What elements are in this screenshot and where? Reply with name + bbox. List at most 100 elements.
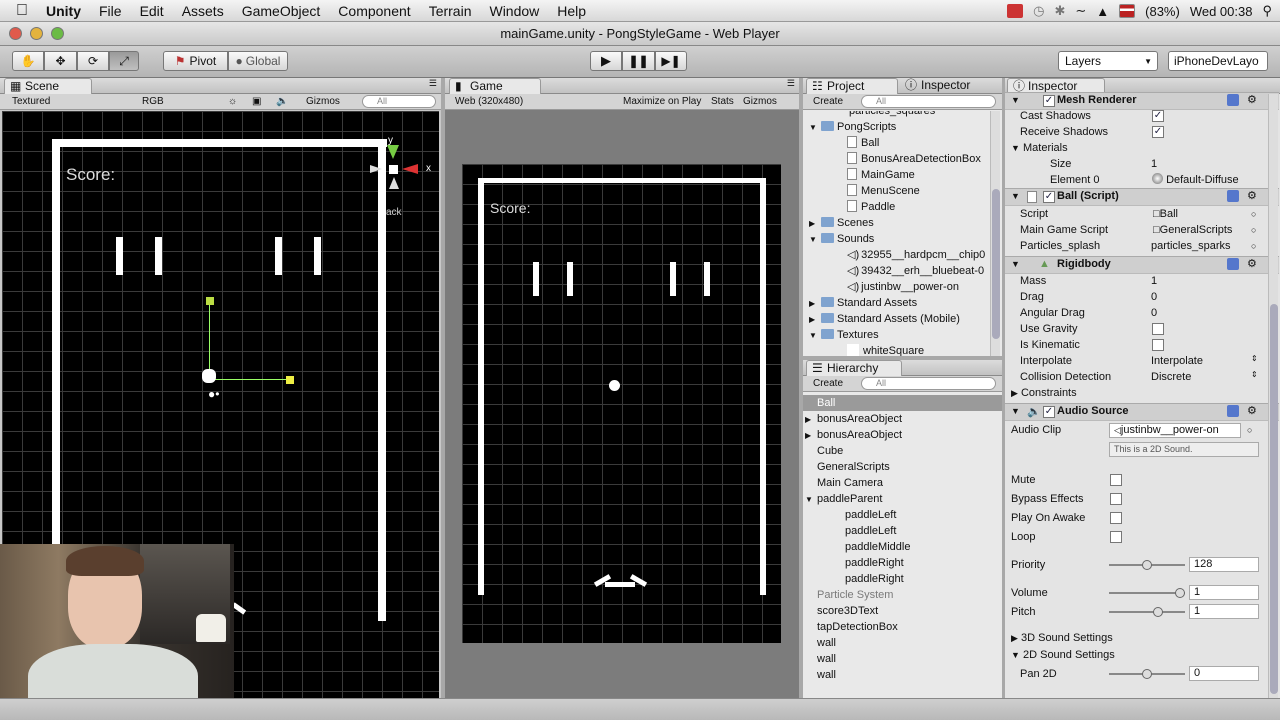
rotate-tool-button[interactable]: ⟳	[77, 51, 109, 71]
receive-shadows-checkbox[interactable]: ✓	[1152, 126, 1164, 138]
scale-tool-button[interactable]: ⤢	[109, 51, 139, 71]
help-book-icon[interactable]	[1227, 258, 1239, 270]
render-mode-dropdown[interactable]: RGB	[138, 95, 208, 109]
project-item[interactable]: ▶ Scenes	[803, 215, 874, 231]
project-item[interactable]: ◁) justinbw__power-on	[803, 279, 959, 295]
bypass-effects-checkbox[interactable]	[1110, 493, 1122, 505]
game-viewport[interactable]: Score:	[462, 164, 781, 643]
rigidbody-header[interactable]: ▼ ▲ Rigidbody ⚙	[1005, 256, 1279, 274]
audio-source-gizmo-icon[interactable]: ●•	[208, 387, 219, 401]
component-gear-icon[interactable]: ⚙	[1247, 93, 1257, 106]
hierarchy-item[interactable]: ▼ paddleParent	[803, 491, 1002, 507]
hierarchy-item[interactable]: Particle System	[803, 587, 1002, 603]
audio-toggle-icon[interactable]: 🔈	[272, 95, 288, 109]
drag-value[interactable]: 0	[1151, 289, 1157, 305]
priority-slider[interactable]	[1109, 557, 1185, 573]
gizmo-x-handle[interactable]	[286, 376, 294, 384]
help-book-icon[interactable]	[1227, 94, 1239, 106]
play-button[interactable]: ▶	[590, 51, 622, 71]
project-item[interactable]: Ball	[803, 135, 879, 151]
materials-label[interactable]: ▼ Materials	[1011, 140, 1068, 156]
global-button[interactable]: ● Global	[228, 51, 288, 71]
tree-arrow-icon[interactable]: ▶	[805, 428, 817, 444]
hierarchy-item[interactable]: wall	[803, 667, 1002, 683]
move-tool-button[interactable]: ✥	[44, 51, 77, 71]
gizmo-y-handle[interactable]	[206, 297, 214, 305]
use-gravity-checkbox[interactable]	[1152, 323, 1164, 335]
component-gear-icon[interactable]: ⚙	[1247, 404, 1257, 417]
project-scroll-thumb[interactable]	[992, 189, 1000, 339]
game-gizmos-dropdown[interactable]: Gizmos	[739, 95, 791, 109]
apple-icon[interactable]: 	[0, 2, 37, 20]
mute-checkbox[interactable]	[1110, 474, 1122, 486]
pan-2d-field[interactable]: 0	[1189, 666, 1259, 681]
3d-sound-settings-foldout[interactable]: ▶ 3D Sound Settings	[1011, 630, 1113, 646]
project-item[interactable]: particles_squares	[803, 111, 935, 119]
hierarchy-item[interactable]: paddleMiddle	[803, 539, 1002, 555]
collision-detection-dropdown[interactable]: Discrete	[1151, 369, 1191, 385]
project-item[interactable]: ◁) 32955__hardpcm__chip0	[803, 247, 985, 263]
project-search-input[interactable]: All	[861, 95, 996, 108]
size-value[interactable]: 1	[1151, 156, 1157, 172]
ball-gizmo-icon[interactable]	[202, 369, 216, 383]
inspector-scrollbar[interactable]	[1268, 94, 1278, 698]
slider-knob[interactable]	[1175, 588, 1185, 598]
hierarchy-item[interactable]: ▶ bonusAreaObject	[803, 427, 1002, 443]
object-picker-icon[interactable]: ○	[1251, 225, 1256, 235]
tab-scene[interactable]: ▦ Scene	[4, 78, 92, 94]
project-scrollbar[interactable]	[990, 111, 1000, 356]
tree-arrow-icon[interactable]: ▶	[805, 412, 817, 428]
play-on-awake-checkbox[interactable]	[1110, 512, 1122, 524]
object-picker-icon[interactable]: ○	[1251, 209, 1256, 219]
lighting-toggle-icon[interactable]: ☼	[224, 95, 237, 109]
zoom-window-icon[interactable]	[51, 27, 64, 40]
tab-project[interactable]: ☷ Project	[806, 78, 898, 94]
angular-drag-value[interactable]: 0	[1151, 305, 1157, 321]
component-gear-icon[interactable]: ⚙	[1247, 257, 1257, 270]
hierarchy-item[interactable]: paddleRight	[803, 555, 1002, 571]
audio-source-header[interactable]: ▼ 🔈 ✓ Audio Source ⚙	[1005, 403, 1279, 421]
project-item[interactable]: Paddle	[803, 199, 895, 215]
scene-search-input[interactable]: All	[362, 95, 436, 108]
project-item[interactable]: MainGame	[803, 167, 915, 183]
main-game-script-value[interactable]: □GeneralScripts	[1153, 222, 1232, 238]
help-book-icon[interactable]	[1227, 190, 1239, 202]
panel-menu-icon[interactable]: ☰	[429, 78, 437, 89]
project-item[interactable]: ▼ Textures	[803, 327, 879, 343]
element0-value[interactable]: Default-Diffuse	[1152, 172, 1239, 188]
hierarchy-item[interactable]: Main Camera	[803, 475, 1002, 491]
project-create-dropdown[interactable]: Create	[809, 95, 857, 109]
flag-icon[interactable]	[1119, 4, 1136, 18]
slider-knob[interactable]	[1142, 669, 1152, 679]
pitch-slider[interactable]	[1109, 604, 1185, 620]
object-picker-icon[interactable]: ○	[1251, 241, 1256, 251]
ball-script-enabled-checkbox[interactable]: ✓	[1043, 191, 1055, 203]
menu-edit[interactable]: Edit	[131, 3, 173, 19]
record-icon[interactable]	[1007, 4, 1024, 18]
component-gear-icon[interactable]: ⚙	[1247, 189, 1257, 202]
loop-checkbox[interactable]	[1110, 531, 1122, 543]
panel-menu-icon[interactable]: ☰	[787, 78, 795, 89]
layers-dropdown[interactable]: Layers ▼	[1058, 51, 1158, 71]
slider-knob[interactable]	[1153, 607, 1164, 617]
image-toggle-icon[interactable]: ▣	[248, 95, 261, 109]
maximize-on-play-toggle[interactable]: Maximize on Play	[619, 95, 705, 109]
project-item[interactable]: MenuScene	[803, 183, 920, 199]
priority-field[interactable]: 128	[1189, 557, 1259, 572]
scene-gizmos-dropdown[interactable]: Gizmos	[302, 95, 354, 109]
pivot-button[interactable]: ⚑ Pivot	[163, 51, 228, 71]
mass-value[interactable]: 1	[1151, 273, 1157, 289]
hierarchy-item[interactable]: Cube	[803, 443, 1002, 459]
tree-arrow-icon[interactable]: ▶	[809, 312, 821, 328]
menu-window[interactable]: Window	[480, 3, 548, 19]
project-item[interactable]: ◁) 39432__erh__bluebeat-0	[803, 263, 984, 279]
hierarchy-item[interactable]: wall	[803, 651, 1002, 667]
hierarchy-item[interactable]: paddleLeft	[803, 523, 1002, 539]
project-item[interactable]: ▶ Standard Assets	[803, 295, 917, 311]
volume-slider[interactable]	[1109, 585, 1185, 601]
tree-arrow-icon[interactable]: ▶	[809, 296, 821, 312]
mesh-renderer-enabled-checkbox[interactable]: ✓	[1043, 95, 1055, 107]
object-picker-icon[interactable]: ○	[1247, 425, 1252, 435]
tab-inspector-2[interactable]: ⓘ Inspector	[903, 78, 970, 94]
battery-status[interactable]: (83%)	[1145, 4, 1180, 19]
